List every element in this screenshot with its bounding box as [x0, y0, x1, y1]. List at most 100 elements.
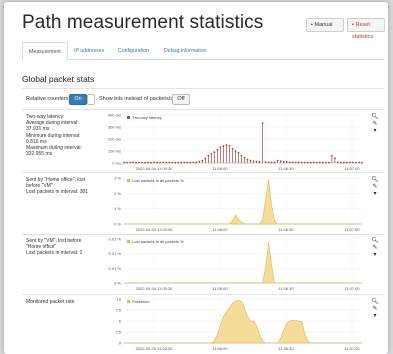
- latency-point: [349, 161, 351, 164]
- latency-point: [123, 161, 125, 164]
- x-tick-label: 11:06:00: [212, 227, 228, 232]
- latency-point: [141, 161, 143, 164]
- page-title: Path measurement statistics: [22, 12, 264, 33]
- latency-point: [288, 161, 291, 164]
- manual-button[interactable]: ▪ Manual: [306, 18, 344, 32]
- legend-label: Two-way latency: [132, 115, 162, 120]
- latency-point: [276, 159, 279, 162]
- latency-point: [234, 150, 237, 152]
- edit-icon[interactable]: ✎: [370, 306, 380, 313]
- latency-point: [216, 148, 219, 151]
- latency-point: [346, 161, 348, 164]
- x-tick-label: 11:06:30: [278, 286, 294, 291]
- relative-counters-toggle[interactable]: On: [69, 94, 87, 105]
- y-tick-label: 300 ms: [108, 125, 121, 130]
- latency-point: [231, 147, 234, 150]
- zoom-icon[interactable]: 🔍︎: [370, 114, 380, 121]
- latency-point: [282, 160, 285, 163]
- show-bits-toggle[interactable]: Off: [172, 94, 190, 105]
- latency-point: [204, 157, 207, 160]
- tab-ip-addresses[interactable]: IP addresses: [68, 42, 110, 60]
- tab-debug-information[interactable]: Debug information: [158, 42, 212, 60]
- latency-point: [352, 161, 354, 164]
- legend-swatch: [127, 240, 130, 243]
- reset-statistics-button[interactable]: ▪ Reset statistics: [347, 18, 385, 40]
- divider: [22, 172, 384, 173]
- y-tick-label: 7.5: [115, 308, 121, 313]
- chevron-down-icon[interactable]: ▾: [370, 252, 380, 259]
- latency-point: [150, 161, 153, 164]
- edit-icon[interactable]: ✎: [370, 184, 380, 191]
- y-tick-label: 0.01 %: [109, 251, 122, 256]
- home-office-loss-chart: 3 % 2 % 1 % 0 % 2022-04-04 11:05:30 11:06:00 1…: [114, 176, 362, 232]
- y-tick-label: 100 ms: [108, 149, 121, 154]
- latency-point: [306, 161, 309, 164]
- latency-point: [183, 161, 186, 164]
- x-tick-label: 11:07:00: [344, 166, 360, 171]
- tab-measurement[interactable]: Measurement: [22, 42, 68, 60]
- chart-tools: 🔍︎ ✎ ▾: [370, 177, 380, 198]
- y-tick-label: 0 %: [114, 222, 121, 227]
- latency-point: [240, 154, 243, 157]
- latency-point: [318, 161, 321, 164]
- latency-point: [309, 161, 312, 164]
- latency-point: [162, 161, 165, 164]
- vm-loss-summary: Sent by "VM", lost before "Home office" …: [26, 238, 83, 257]
- legend-label: Lost packets to all packets %: [132, 178, 184, 183]
- zoom-icon[interactable]: 🔍︎: [370, 299, 380, 306]
- latency-point: [129, 161, 131, 164]
- latency-point: [195, 161, 198, 164]
- y-tick-label: 200 ms: [108, 137, 121, 142]
- latency-point: [355, 161, 357, 164]
- chevron-down-icon[interactable]: ▾: [370, 128, 380, 135]
- latency-point: [171, 161, 174, 164]
- page-sheet: Path measurement statistics ▪ Manual ▪ R…: [4, 2, 388, 354]
- x-tick-label: 11:06:00: [212, 286, 228, 291]
- latency-point: [135, 161, 137, 164]
- divider: [22, 234, 384, 235]
- y-tick-label: 0.01 %: [109, 237, 122, 242]
- latency-point: [294, 161, 297, 164]
- latency-point: [237, 151, 240, 154]
- area-series: [124, 242, 362, 284]
- latency-point: [228, 144, 231, 147]
- latency-point: [225, 144, 228, 146]
- latency-point: [264, 161, 267, 163]
- legend-swatch: [127, 300, 130, 303]
- x-tick-label: 11:06:30: [278, 346, 294, 351]
- edit-icon[interactable]: ✎: [370, 245, 380, 252]
- tab-configuration[interactable]: Configuration: [112, 42, 155, 60]
- y-tick-label: 0.01 %: [109, 266, 122, 271]
- latency-chart: 400 ms 300 ms 200 ms 100 ms 0 ms 2022-04-04 1…: [108, 113, 363, 171]
- section-title: Global packet stats: [22, 74, 95, 84]
- latency-point: [222, 145, 225, 148]
- latency-point: [333, 157, 336, 160]
- zoom-icon[interactable]: 🔍︎: [370, 238, 380, 245]
- latency-point: [267, 161, 270, 164]
- latency-point: [168, 161, 171, 164]
- zoom-icon[interactable]: 🔍︎: [370, 177, 380, 184]
- latency-point: [201, 159, 204, 162]
- edit-icon[interactable]: ✎: [370, 121, 380, 128]
- latency-point: [327, 161, 330, 164]
- relative-counters-toggle-knob[interactable]: [87, 94, 95, 105]
- latency-point: [358, 161, 360, 164]
- legend-label: Lost packets to all packets %: [132, 239, 184, 244]
- x-tick-label: 2022-04-04 11:05:30: [136, 166, 174, 171]
- chevron-down-icon[interactable]: ▾: [370, 191, 380, 198]
- latency-point: [249, 159, 252, 162]
- y-tick-label: 0 %: [114, 281, 121, 286]
- chevron-down-icon[interactable]: ▾: [370, 313, 380, 320]
- y-tick-label: 2.5: [115, 330, 121, 335]
- x-tick-label: 11:06:00: [212, 166, 228, 171]
- vm-loss-chart: 0.01 % 0.01 % 0.01 % 0 % 2022-04-04 11:05:30…: [109, 237, 362, 291]
- legend-swatch: [127, 116, 130, 119]
- latency-point: [321, 161, 324, 164]
- y-tick-label: 5: [119, 319, 122, 324]
- legend-swatch: [127, 179, 130, 182]
- latency-point: [279, 160, 282, 163]
- latency-point: [153, 161, 156, 164]
- home-office-loss-summary: Sent by "Home office", lost before "VM" …: [26, 177, 88, 196]
- latency-point: [246, 158, 249, 161]
- latency-point: [177, 161, 180, 164]
